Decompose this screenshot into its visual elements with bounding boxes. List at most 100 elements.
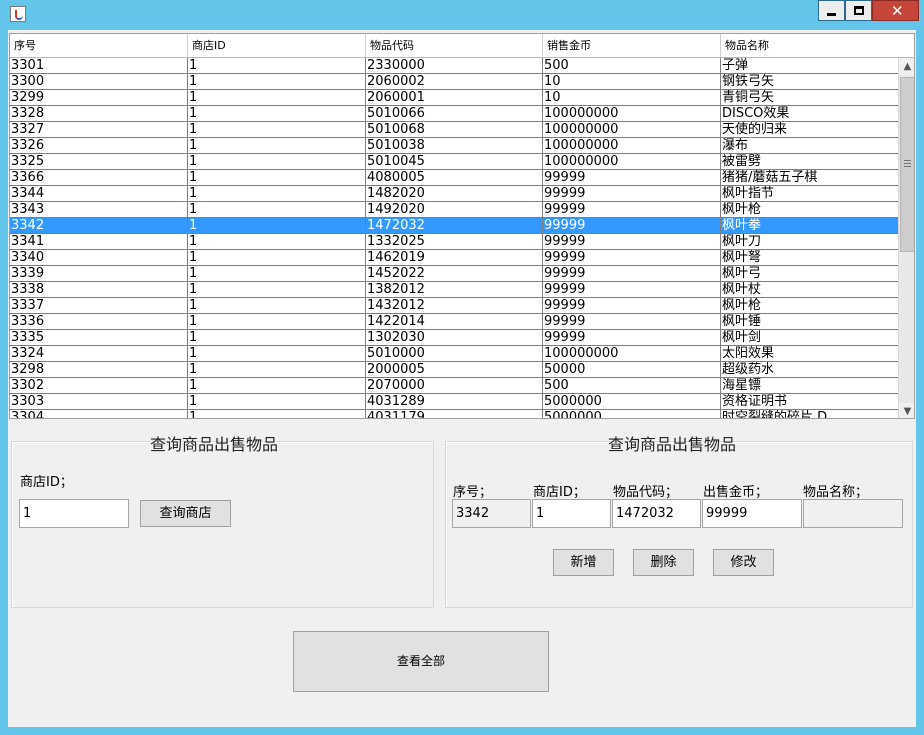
maximize-button[interactable]	[845, 0, 872, 21]
cell-item-name: 枫叶杖	[722, 282, 762, 297]
cell-seq: 3335	[10, 330, 188, 345]
table-row[interactable]: 3327 1 5010068 100000000 天使的归来	[10, 122, 898, 138]
cell-price: 99999	[543, 202, 721, 217]
cell-seq: 3325	[10, 154, 188, 169]
cell-seq: 3328	[10, 106, 188, 121]
cell-item-name: 子弹	[722, 58, 749, 73]
view-all-button[interactable]: 查看全部	[293, 631, 549, 692]
cell-seq: 3339	[10, 266, 188, 281]
cell-seq: 3299	[10, 90, 188, 105]
cell-item-code: 2060001	[366, 90, 543, 105]
shop-id-input[interactable]: 1	[19, 499, 129, 528]
cell-item-code: 1462019	[366, 250, 543, 265]
seq-field: 3342	[452, 499, 531, 528]
column-header-item-name[interactable]: 物品名称	[721, 34, 898, 57]
cell-seq: 3298	[10, 362, 188, 377]
java-app-icon	[10, 6, 26, 22]
table-row[interactable]: 3325 1 5010045 100000000 被雷劈	[10, 154, 898, 170]
cell-item-code: 5010000	[366, 346, 543, 361]
table-row[interactable]: 3299 1 2060001 10 青铜弓矢	[10, 90, 898, 106]
cell-shop-id: 1	[188, 410, 366, 418]
cell-shop-id: 1	[188, 298, 366, 313]
table-row[interactable]: 3338 1 1382012 99999 枫叶杖	[10, 282, 898, 298]
cell-item-name: 枫叶枪	[722, 298, 762, 313]
scrollbar-grip-icon	[904, 160, 911, 167]
table-row[interactable]: 3302 1 2070000 500 海星镖	[10, 378, 898, 394]
table-row[interactable]: 3342 1 1472032 99999 枫叶拳	[10, 218, 898, 234]
table-row[interactable]: 3328 1 5010066 100000000 DISCO效果	[10, 106, 898, 122]
table-vertical-scrollbar[interactable]: ▲ ▼	[898, 58, 914, 418]
edit-item-panel-title: 查询商品出售物品	[608, 435, 737, 454]
cell-price: 99999	[543, 218, 721, 233]
table-row[interactable]: 3326 1 5010038 100000000 瀑布	[10, 138, 898, 154]
table-row[interactable]: 3301 1 2330000 500 子弹	[10, 58, 898, 74]
table-row[interactable]: 3298 1 2000005 50000 超级药水	[10, 362, 898, 378]
table-row[interactable]: 3335 1 1302030 99999 枫叶剑	[10, 330, 898, 346]
cell-price: 10	[543, 90, 721, 105]
scroll-down-arrow-icon[interactable]: ▼	[899, 403, 914, 418]
cell-item-name: 枫叶拳	[722, 218, 762, 233]
table-row[interactable]: 3366 1 4080005 99999 猪猪/蘑菇五子棋	[10, 170, 898, 186]
cell-item-code: 1452022	[366, 266, 543, 281]
delete-button[interactable]: 删除	[633, 549, 694, 576]
cell-item-code: 4031179	[366, 410, 543, 418]
cell-seq: 3340	[10, 250, 188, 265]
table-row[interactable]: 3324 1 5010000 100000000 太阳效果	[10, 346, 898, 362]
table-row[interactable]: 3340 1 1462019 99999 枫叶弩	[10, 250, 898, 266]
cell-item-name: 枫叶锤	[722, 314, 762, 329]
column-header-price[interactable]: 销售金币	[543, 34, 721, 57]
cell-item-name: 天使的归来	[722, 122, 788, 137]
table-row[interactable]: 3300 1 2060002 10 钢铁弓矢	[10, 74, 898, 90]
price-input[interactable]: 99999	[702, 499, 802, 528]
cell-price: 5000000	[543, 410, 721, 418]
cell-item-code: 2000005	[366, 362, 543, 377]
table-row[interactable]: 3303 1 4031289 5000000 资格证明书	[10, 394, 898, 410]
column-header-item-code[interactable]: 物品代码	[366, 34, 543, 57]
cell-seq: 3338	[10, 282, 188, 297]
cell-item-code: 5010066	[366, 106, 543, 121]
cell-seq: 3342	[10, 218, 188, 233]
minimize-icon	[827, 13, 836, 16]
table-row[interactable]: 3336 1 1422014 99999 枫叶锤	[10, 314, 898, 330]
cell-item-code: 2070000	[366, 378, 543, 393]
scroll-up-arrow-icon[interactable]: ▲	[899, 58, 914, 75]
minimize-button[interactable]	[818, 0, 845, 21]
cell-item-name: 枫叶指节	[722, 186, 775, 201]
column-header-shop-id[interactable]: 商店ID	[188, 34, 366, 57]
cell-shop-id: 1	[188, 378, 366, 393]
cell-shop-id: 1	[188, 362, 366, 377]
table-row[interactable]: 3341 1 1332025 99999 枫叶刀	[10, 234, 898, 250]
table-row[interactable]: 3304 1 4031179 5000000 时空裂缝的碎片 D	[10, 410, 898, 418]
item-code-input[interactable]: 1472032	[612, 499, 701, 528]
table-row[interactable]: 3344 1 1482020 99999 枫叶指节	[10, 186, 898, 202]
item-code-label: 物品代码；	[613, 485, 679, 500]
cell-seq: 3344	[10, 186, 188, 201]
cell-seq: 3303	[10, 394, 188, 409]
cell-shop-id: 1	[188, 282, 366, 297]
table-header-corner	[898, 34, 914, 58]
column-header-seq[interactable]: 序号	[10, 34, 188, 57]
cell-shop-id: 1	[188, 266, 366, 281]
table-row[interactable]: 3339 1 1452022 99999 枫叶弓	[10, 266, 898, 282]
cell-item-name: 海星镖	[722, 378, 762, 393]
edit-button[interactable]: 修改	[713, 549, 774, 576]
cell-item-name: 枫叶刀	[722, 234, 762, 249]
table-row[interactable]: 3337 1 1432012 99999 枫叶枪	[10, 298, 898, 314]
cell-item-name: 青铜弓矢	[722, 90, 775, 105]
cell-item-name: 超级药水	[722, 362, 775, 377]
query-shop-button[interactable]: 查询商店	[140, 500, 231, 527]
cell-item-name: DISCO效果	[722, 106, 790, 121]
cell-item-name: 太阳效果	[722, 346, 775, 361]
cell-price: 99999	[543, 234, 721, 249]
table-body: 3301 1 2330000 500 子弹 3300 1 2060002 10 钢铁弓矢 3299 1…	[10, 58, 898, 418]
edit-shop-id-input[interactable]: 1	[532, 499, 611, 528]
cell-shop-id: 1	[188, 234, 366, 249]
close-icon: ✕	[891, 2, 904, 20]
add-button[interactable]: 新增	[553, 549, 614, 576]
cell-item-name: 资格证明书	[722, 394, 788, 409]
close-button[interactable]: ✕	[872, 0, 919, 21]
table-row[interactable]: 3343 1 1492020 99999 枫叶枪	[10, 202, 898, 218]
cell-item-name: 被雷劈	[722, 154, 762, 169]
cell-item-name: 枫叶弩	[722, 250, 762, 265]
scrollbar-thumb[interactable]	[900, 77, 914, 252]
